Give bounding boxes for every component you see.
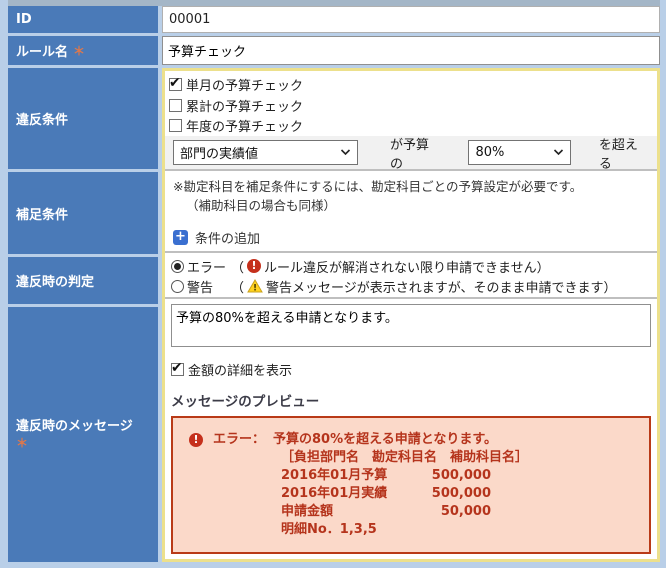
checkbox-unchecked-icon: [169, 99, 182, 112]
radio-warning-option[interactable]: 警告 （ ! 警告メッセージが表示されますが、そのまま申請できます ）: [171, 276, 651, 296]
supplement-note-line1: ※勘定科目を補足条件にするには、勘定科目ごとの予算設定が必要です。: [173, 177, 649, 196]
error-circle-icon: [247, 259, 261, 273]
label-violation-message: 違反時のメッセージ ＊: [8, 307, 158, 562]
label-violation-judgment-text: 違反時の判定: [16, 271, 94, 290]
condition-suffix-text: を超える: [599, 134, 649, 172]
label-rule-name: ルール名 ＊: [8, 36, 158, 65]
condition-builder-band: 部門の実績値 が予算の 80% を超える: [165, 136, 657, 169]
violation-message-section: 予算の80%を超える申請となります。 金額の詳細を表示 メッセージのプレビュー …: [165, 297, 657, 562]
message-preview-panel: エラー： 予算の80%を超える申請となります。 ［負担部門名 勘定科目名 補助科…: [171, 416, 651, 554]
message-preview-title: メッセージのプレビュー: [171, 390, 651, 410]
checkbox-label: 年度の予算チェック: [186, 116, 303, 135]
preview-error-message: 予算の80%を超える申請となります。: [273, 431, 497, 449]
label-violation-condition-text: 違反条件: [16, 109, 68, 128]
label-violation-condition: 違反条件: [8, 68, 158, 169]
checkbox-checked-icon: [169, 78, 182, 91]
violation-judgment-section: エラー （ ルール違反が解消されない限り申請できません ） 警告 （ !: [165, 251, 657, 297]
svg-text:!: !: [253, 284, 257, 294]
radio-label: エラー: [187, 257, 231, 276]
paren-open: （: [231, 257, 244, 276]
radio-unselected-icon: [171, 280, 184, 293]
label-supplement-condition-text: 補足条件: [16, 204, 68, 223]
chevron-down-icon: [553, 149, 564, 156]
plus-icon: [173, 230, 188, 245]
paren-close: ）: [537, 257, 550, 276]
checkbox-label: 累計の予算チェック: [186, 96, 303, 115]
checkbox-cumulative-budget-check[interactable]: 累計の予算チェック: [165, 95, 657, 116]
add-condition-button[interactable]: 条件の追加: [173, 228, 260, 247]
preview-error-line: エラー： 予算の80%を超える申請となります。: [189, 431, 633, 449]
required-mark: ＊: [73, 42, 85, 59]
checkbox-label: 金額の詳細を表示: [188, 360, 292, 379]
supplement-note-line2: （補助科目の場合も同様）: [173, 196, 649, 215]
amount-row-value: 500,000: [419, 467, 491, 485]
supplement-condition-section: ※勘定科目を補足条件にするには、勘定科目ごとの予算設定が必要です。 （補助科目の…: [165, 169, 657, 251]
checkbox-checked-icon: [171, 363, 184, 376]
rule-edit-window: ID ルール名 ＊ 違反条件 補足条件 違反時の判定 違反時のメッセージ ＊: [0, 0, 666, 568]
label-rule-name-text: ルール名: [16, 41, 68, 60]
amount-row-label: 2016年01月実績: [281, 485, 419, 503]
rule-form: ID ルール名 ＊ 違反条件 補足条件 違反時の判定 違反時のメッセージ ＊: [8, 6, 660, 562]
value-column: 00001 単月の予算チェック 累計の予算チェック 年度の予算チェック: [162, 6, 660, 562]
radio-description: ルール違反が解消されない限り申請できません: [264, 257, 537, 276]
amount-row-value: 500,000: [419, 485, 491, 503]
preview-error-prefix: エラー：: [213, 431, 265, 449]
percent-selected: 80%: [475, 145, 504, 160]
preview-detail-line: 明細No．1,3,5: [189, 521, 633, 539]
required-mark: ＊: [16, 436, 28, 450]
amount-row-value: 50,000: [419, 503, 491, 521]
preview-amount-row: 申請金額 50,000: [189, 503, 633, 521]
preview-amount-row: 2016年01月予算 500,000: [189, 467, 633, 485]
radio-label: 警告: [187, 277, 231, 296]
percent-select[interactable]: 80%: [468, 140, 570, 165]
violation-message-textarea[interactable]: 予算の80%を超える申請となります。: [171, 304, 651, 347]
warning-triangle-icon: !: [247, 279, 263, 293]
label-id: ID: [8, 6, 158, 33]
label-supplement-condition: 補足条件: [8, 172, 158, 254]
rule-name-input[interactable]: [162, 36, 660, 65]
error-circle-icon: [189, 433, 203, 447]
preview-target-line: ［負担部門名 勘定科目名 補助科目名］: [189, 449, 633, 467]
checkbox-show-amount-detail[interactable]: 金額の詳細を表示: [171, 359, 651, 380]
paren-open: （: [231, 277, 244, 296]
checkbox-monthly-budget-check[interactable]: 単月の予算チェック: [165, 74, 657, 95]
amount-row-label: 2016年01月予算: [281, 467, 419, 485]
add-condition-label: 条件の追加: [195, 228, 260, 247]
radio-error-option[interactable]: エラー （ ルール違反が解消されない限り申請できません ）: [171, 256, 651, 276]
target-value-select[interactable]: 部門の実績値: [173, 140, 358, 165]
label-column: ID ルール名 ＊ 違反条件 補足条件 違反時の判定 違反時のメッセージ ＊: [8, 6, 158, 562]
highlighted-condition-area: 単月の予算チェック 累計の予算チェック 年度の予算チェック 部門の実績値: [162, 68, 660, 562]
id-value: 00001: [162, 6, 660, 33]
violation-condition-section: 単月の予算チェック 累計の予算チェック 年度の予算チェック 部門の実績値: [165, 71, 657, 169]
checkbox-label: 単月の予算チェック: [186, 75, 303, 94]
amount-row-label: 申請金額: [281, 503, 419, 521]
paren-close: ）: [604, 277, 617, 296]
checkbox-unchecked-icon: [169, 119, 182, 132]
radio-selected-icon: [171, 260, 184, 273]
chevron-down-icon: [340, 149, 351, 156]
condition-middle-text: が予算の: [390, 134, 441, 172]
preview-amount-row: 2016年01月実績 500,000: [189, 485, 633, 503]
target-value-selected: 部門の実績値: [180, 143, 258, 162]
radio-description: 警告メッセージが表示されますが、そのまま申請できます: [266, 277, 603, 296]
label-id-text: ID: [16, 12, 32, 27]
label-violation-judgment: 違反時の判定: [8, 257, 158, 304]
label-violation-message-text: 違反時のメッセージ: [16, 419, 133, 434]
